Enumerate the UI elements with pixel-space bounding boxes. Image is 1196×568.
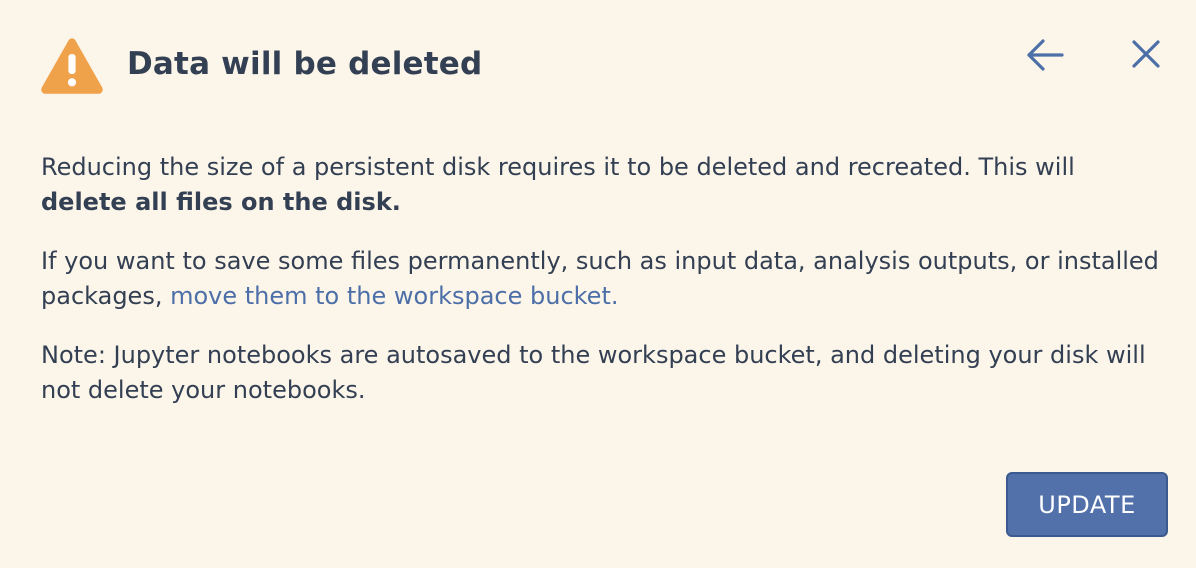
close-button[interactable] [1124,34,1168,78]
close-icon [1130,38,1162,74]
delete-data-dialog: Data will be deleted Reducing the size o… [0,0,1196,568]
dialog-body: Reducing the size of a persistent disk r… [41,150,1161,432]
dialog-title: Data will be deleted [127,46,483,82]
disk-deletion-text: Reducing the size of a persistent disk r… [41,153,1075,181]
disk-deletion-message: Reducing the size of a persistent disk r… [41,150,1161,220]
arrow-left-icon [1025,38,1065,76]
warning-triangle-icon [39,36,105,96]
disk-deletion-emphasis: delete all files on the disk. [41,188,401,216]
back-button[interactable] [1022,34,1068,80]
update-button[interactable]: UPDATE [1006,472,1168,537]
save-files-message: If you want to save some files permanent… [41,244,1161,314]
workspace-bucket-link[interactable]: move them to the workspace bucket. [170,282,618,310]
notebooks-note: Note: Jupyter notebooks are autosaved to… [41,341,1146,404]
